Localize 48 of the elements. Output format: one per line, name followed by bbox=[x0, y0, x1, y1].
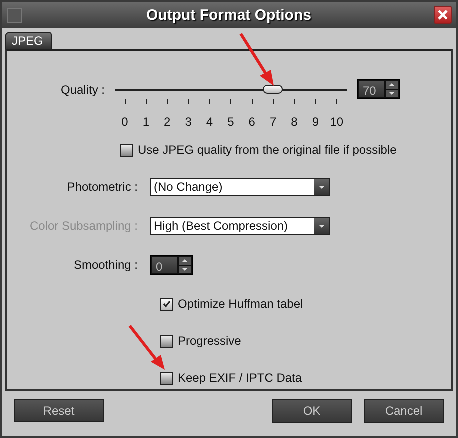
smoothing-spinner[interactable]: 0 bbox=[150, 255, 193, 275]
tick-mark bbox=[252, 99, 253, 104]
tick-mark bbox=[146, 99, 147, 104]
tick-mark bbox=[336, 99, 338, 104]
tick-mark bbox=[209, 99, 210, 104]
tick-label: 10 bbox=[330, 115, 344, 129]
tick-label: 4 bbox=[206, 115, 214, 129]
dialog-button[interactable]: Cancel bbox=[364, 399, 444, 423]
tick-label: 0 bbox=[122, 115, 128, 129]
tick-mark bbox=[230, 99, 232, 104]
checkbox-label: Progressive bbox=[178, 334, 242, 348]
close-icon bbox=[438, 10, 448, 20]
slider-thumb[interactable] bbox=[263, 85, 284, 94]
tab[interactable]: JPEG bbox=[5, 32, 52, 49]
quality-label: Quality : bbox=[60, 82, 105, 97]
close-button[interactable] bbox=[434, 6, 452, 24]
checkbox[interactable] bbox=[120, 144, 133, 156]
window-icon bbox=[7, 8, 22, 23]
tick-label: 5 bbox=[228, 115, 234, 129]
tick-mark bbox=[188, 99, 190, 104]
tick-mark bbox=[315, 99, 316, 104]
quality-spinner[interactable]: 70 bbox=[357, 79, 400, 99]
field-label: Smoothing : bbox=[72, 258, 139, 272]
tick-label: 2 bbox=[164, 115, 171, 129]
checkbox-label: Optimize Huffman tabel bbox=[178, 297, 304, 311]
checkbox-label: Use JPEG quality from the original file if possible bbox=[138, 143, 397, 157]
reset-button[interactable]: Reset bbox=[14, 399, 104, 422]
checkbox[interactable] bbox=[160, 298, 173, 310]
tick-label: 1 bbox=[142, 115, 150, 129]
tick-mark bbox=[166, 99, 168, 104]
tick-label: 7 bbox=[270, 115, 277, 129]
caret-icon bbox=[318, 184, 326, 190]
tick-label: 3 bbox=[185, 115, 192, 129]
caret-icon bbox=[318, 224, 326, 228]
tick-mark bbox=[294, 99, 295, 104]
checkbox[interactable] bbox=[160, 372, 173, 384]
checkbox-label: Keep EXIF / IPTC Data bbox=[178, 371, 302, 385]
dropdown[interactable]: (No Change) bbox=[150, 178, 330, 196]
window-title: Output Format Options bbox=[146, 6, 312, 24]
field-label: Photometric : bbox=[66, 180, 139, 194]
tick-mark bbox=[124, 99, 126, 104]
tick-label: 9 bbox=[312, 115, 320, 129]
tick-label: 8 bbox=[291, 115, 298, 129]
checkbox[interactable] bbox=[160, 334, 173, 348]
dialog-button[interactable]: OK bbox=[272, 399, 352, 423]
tick-mark bbox=[272, 99, 274, 104]
field-label: Color Subsampling : bbox=[28, 219, 139, 233]
tick-label: 6 bbox=[248, 115, 256, 129]
